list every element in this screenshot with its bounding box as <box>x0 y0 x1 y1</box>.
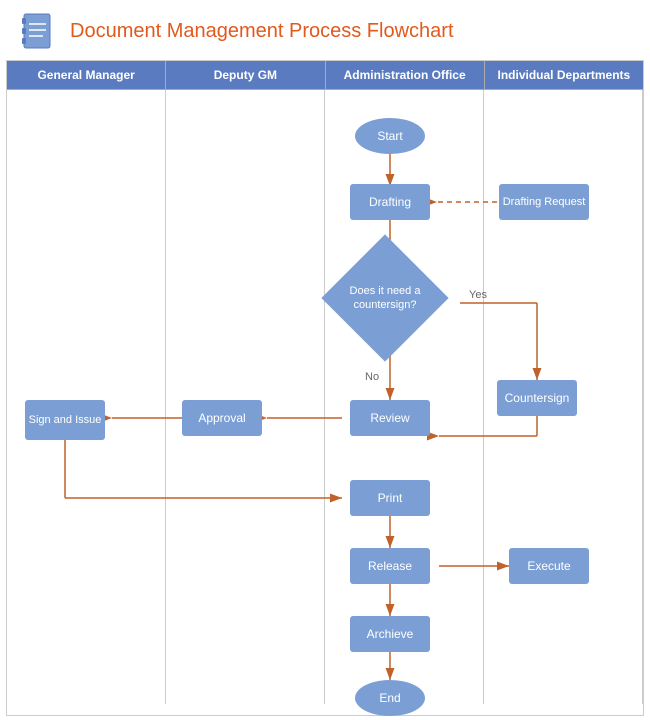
review-node: Review <box>350 400 430 436</box>
lane-header-deputy: Deputy GM <box>166 61 325 89</box>
lanes-body: No Yes Sta <box>7 90 643 704</box>
lanes-header: General Manager Deputy GM Administration… <box>7 61 643 90</box>
drafting-request-node: Drafting Request <box>499 184 589 220</box>
lane-header-gm: General Manager <box>7 61 166 89</box>
execute-node: Execute <box>509 548 589 584</box>
lane-gm <box>7 90 166 704</box>
lane-deputy <box>166 90 325 704</box>
start-node: Start <box>355 118 425 154</box>
end-node: End <box>355 680 425 716</box>
release-node: Release <box>350 548 430 584</box>
notebook-icon <box>16 10 58 52</box>
archieve-node: Archieve <box>350 616 430 652</box>
page-header: Document Management Process Flowchart <box>0 0 650 60</box>
approval-node: Approval <box>182 400 262 436</box>
sign-issue-node: Sign and Issue <box>25 400 105 440</box>
lane-admin <box>325 90 484 704</box>
page-title: Document Management Process Flowchart <box>70 20 454 43</box>
lane-header-dept: Individual Departments <box>485 61 643 89</box>
print-node: Print <box>350 480 430 516</box>
flowchart-wrapper: General Manager Deputy GM Administration… <box>6 60 644 716</box>
diamond-node: Does it need a countersign? <box>335 248 435 348</box>
lane-header-admin: Administration Office <box>326 61 485 89</box>
countersign-node: Countersign <box>497 380 577 416</box>
drafting-node: Drafting <box>350 184 430 220</box>
